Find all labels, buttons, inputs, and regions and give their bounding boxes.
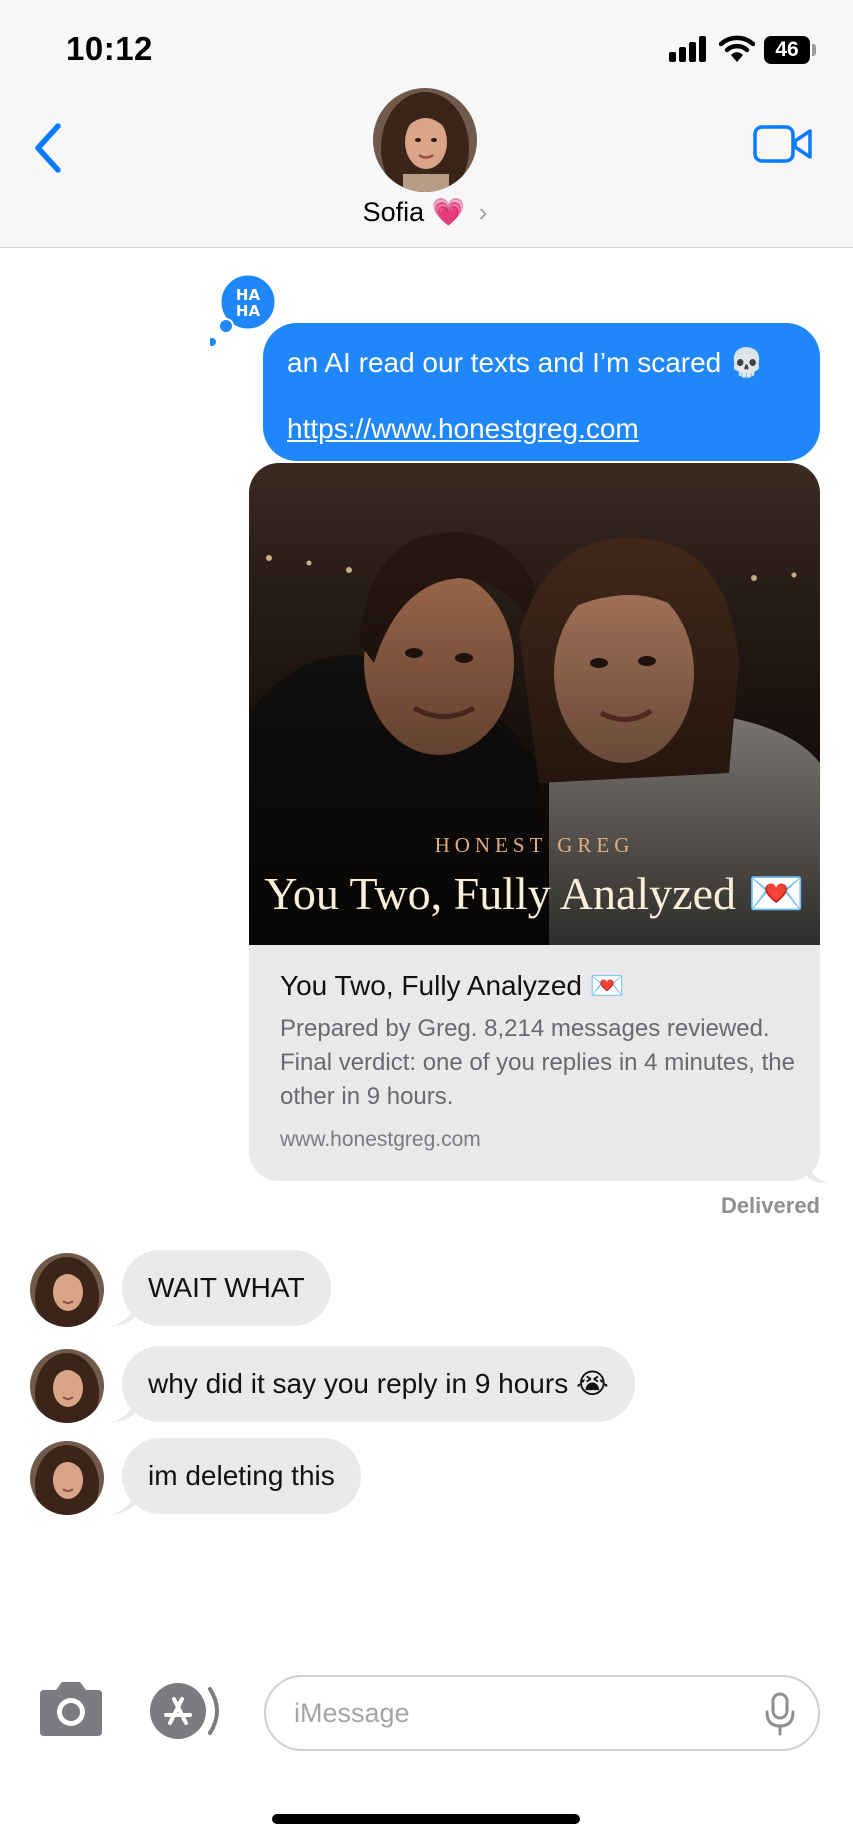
contact-emoji: 💗 [431,197,466,227]
list-item: im deleting this [0,1438,853,1518]
camera-icon[interactable] [36,1680,106,1738]
link-preview-description: Prepared by Greg. 8,214 messages reviewe… [280,1015,795,1110]
incoming-message-bubble[interactable]: im deleting this [122,1438,361,1514]
list-item: why did it say you reply in 9 hours 😭 [0,1346,853,1426]
list-item: WAIT WHAT [0,1250,853,1330]
incoming-message-bubble[interactable]: WAIT WHAT [122,1250,331,1326]
link-preview-card[interactable]: HONEST GREG You Two, Fully Analyzed 💌 Yo… [249,463,820,1181]
message-input[interactable] [264,1675,820,1751]
cellular-signal-icon [669,36,709,62]
video-camera-icon[interactable] [752,120,814,168]
contact-info-button[interactable]: Sofia 💗 › [340,88,510,248]
home-indicator[interactable] [272,1814,580,1824]
link-preview-headline: You Two, Fully Analyzed 💌 [264,868,805,919]
link-preview-title: You Two, Fully Analyzed 💌 [280,970,625,1001]
avatar[interactable] [30,1349,104,1423]
outgoing-message-bubble[interactable]: an AI read our texts and I’m scared 💀 ht… [263,323,820,461]
contact-avatar [373,88,477,192]
battery-icon: 46 [764,36,810,64]
contact-name-row: Sofia 💗 › [340,196,510,228]
outgoing-message-link[interactable]: https://www.honestgreg.com [287,409,796,449]
link-preview-url: www.honestgreg.com [280,1128,481,1151]
contact-name: Sofia [362,197,425,227]
app-store-icon[interactable] [148,1683,228,1739]
incoming-message-bubble[interactable]: why did it say you reply in 9 hours 😭 [122,1346,635,1422]
delivered-status: Delivered [720,1193,820,1218]
chevron-right-icon: › [478,197,488,227]
outgoing-message-text: an AI read our texts and I’m scared 💀 [287,347,764,378]
avatar[interactable] [30,1253,104,1327]
tapback-text-bottom: HA [236,302,261,320]
haha-tapback-icon[interactable]: HA HA [210,272,284,352]
link-preview-body: You Two, Fully Analyzed 💌 Prepared by Gr… [280,968,800,1152]
status-time: 10:12 [66,30,153,67]
microphone-icon[interactable] [762,1692,798,1736]
bubble-tail [808,1158,828,1184]
link-preview-brand: HONEST GREG [434,833,635,857]
chevron-left-icon[interactable] [28,120,72,176]
wifi-icon [719,35,755,62]
status-bar: 10:12 46 [0,0,853,100]
avatar[interactable] [30,1441,104,1515]
conversation-header: Sofia 💗 › [0,88,853,248]
battery-tip [812,44,816,56]
